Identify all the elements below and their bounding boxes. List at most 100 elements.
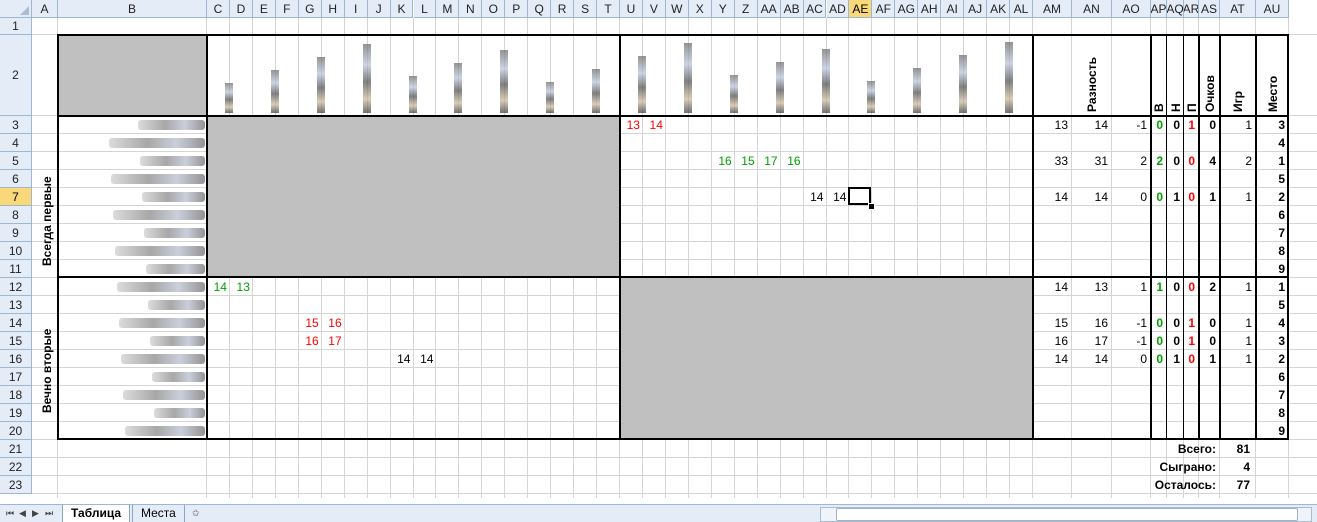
stat-am[interactable]: 14 bbox=[1033, 350, 1068, 368]
column-header[interactable]: AQ bbox=[1167, 0, 1184, 18]
column-header[interactable]: AB bbox=[780, 0, 804, 18]
stat-ar[interactable]: 0 bbox=[1184, 188, 1195, 206]
column-header[interactable]: AR bbox=[1184, 0, 1199, 18]
column-header[interactable]: C bbox=[207, 0, 230, 18]
stat-aq[interactable]: 1 bbox=[1167, 188, 1180, 206]
column-header[interactable]: G bbox=[298, 0, 322, 18]
stat-an[interactable]: 14 bbox=[1072, 188, 1108, 206]
stat-aq[interactable]: 1 bbox=[1167, 350, 1180, 368]
stat-aq[interactable]: 0 bbox=[1167, 152, 1180, 170]
column-header[interactable]: P bbox=[505, 0, 529, 18]
stat-at[interactable]: 1 bbox=[1220, 314, 1252, 332]
stat-au[interactable]: 7 bbox=[1256, 224, 1285, 242]
stat-ar[interactable]: 1 bbox=[1184, 116, 1195, 134]
column-header[interactable]: A bbox=[32, 0, 58, 18]
column-header[interactable]: AL bbox=[1010, 0, 1033, 18]
team-name-cell[interactable] bbox=[115, 246, 205, 256]
stat-ap[interactable]: 0 bbox=[1151, 350, 1163, 368]
row-header[interactable]: 3 bbox=[0, 116, 32, 134]
column-header[interactable]: Q bbox=[528, 0, 552, 18]
stat-au[interactable]: 6 bbox=[1256, 368, 1285, 386]
last-sheet-button[interactable]: ⏭ bbox=[45, 508, 53, 519]
match-score[interactable]: 14 bbox=[827, 188, 846, 206]
row-header[interactable]: 12 bbox=[0, 278, 32, 296]
match-score[interactable]: 13 bbox=[230, 278, 250, 296]
column-header[interactable]: B bbox=[58, 0, 207, 18]
column-header[interactable]: U bbox=[620, 0, 643, 18]
stat-as[interactable]: 2 bbox=[1199, 278, 1216, 296]
match-score[interactable]: 17 bbox=[322, 332, 341, 350]
row-header[interactable]: 19 bbox=[0, 404, 32, 422]
stat-as[interactable]: 0 bbox=[1199, 116, 1216, 134]
row-header[interactable]: 10 bbox=[0, 242, 32, 260]
column-header[interactable]: Y bbox=[711, 0, 735, 18]
row-header[interactable]: 23 bbox=[0, 476, 32, 494]
team-name-cell[interactable] bbox=[113, 210, 205, 220]
stat-am[interactable]: 33 bbox=[1033, 152, 1068, 170]
stat-am[interactable]: 15 bbox=[1033, 314, 1068, 332]
stat-as[interactable]: 1 bbox=[1199, 188, 1216, 206]
column-header[interactable]: AS bbox=[1199, 0, 1220, 18]
next-sheet-button[interactable]: ▶ bbox=[32, 508, 39, 519]
stat-au[interactable]: 9 bbox=[1256, 422, 1285, 440]
stat-au[interactable]: 8 bbox=[1256, 404, 1285, 422]
stat-au[interactable]: 2 bbox=[1256, 188, 1285, 206]
column-header[interactable]: AK bbox=[987, 0, 1011, 18]
column-header[interactable]: AN bbox=[1072, 0, 1112, 18]
column-header[interactable]: N bbox=[459, 0, 483, 18]
column-header[interactable]: E bbox=[252, 0, 276, 18]
stat-as[interactable]: 0 bbox=[1199, 314, 1216, 332]
column-header[interactable]: D bbox=[229, 0, 253, 18]
team-name-cell[interactable] bbox=[140, 156, 205, 166]
match-score[interactable]: 16 bbox=[322, 314, 341, 332]
stat-aq[interactable]: 0 bbox=[1167, 314, 1180, 332]
column-header[interactable]: AC bbox=[803, 0, 827, 18]
column-header[interactable]: AA bbox=[757, 0, 781, 18]
row-header[interactable]: 1 bbox=[0, 18, 32, 35]
row-header[interactable]: 2 bbox=[0, 35, 32, 116]
column-header[interactable]: O bbox=[482, 0, 506, 18]
stat-ap[interactable]: 0 bbox=[1151, 332, 1163, 350]
stat-an[interactable]: 16 bbox=[1072, 314, 1108, 332]
stat-an[interactable]: 14 bbox=[1072, 116, 1108, 134]
stat-as[interactable]: 4 bbox=[1199, 152, 1216, 170]
stat-au[interactable]: 2 bbox=[1256, 350, 1285, 368]
team-name-cell[interactable] bbox=[123, 390, 205, 400]
column-header[interactable]: AF bbox=[872, 0, 896, 18]
stat-am[interactable]: 14 bbox=[1033, 188, 1068, 206]
stat-am[interactable]: 14 bbox=[1033, 278, 1068, 296]
row-header[interactable]: 17 bbox=[0, 368, 32, 386]
match-score[interactable]: 15 bbox=[299, 314, 318, 332]
stat-au[interactable]: 1 bbox=[1256, 152, 1285, 170]
stat-am[interactable]: 16 bbox=[1033, 332, 1068, 350]
stat-at[interactable]: 2 bbox=[1220, 152, 1252, 170]
row-header[interactable]: 11 bbox=[0, 260, 32, 278]
stat-au[interactable]: 6 bbox=[1256, 206, 1285, 224]
stat-au[interactable]: 7 bbox=[1256, 386, 1285, 404]
column-header[interactable]: Z bbox=[734, 0, 758, 18]
column-header[interactable]: T bbox=[597, 0, 620, 18]
stat-at[interactable]: 1 bbox=[1220, 116, 1252, 134]
prev-sheet-button[interactable]: ◀ bbox=[19, 508, 26, 519]
stat-ap[interactable]: 2 bbox=[1151, 152, 1163, 170]
stat-ao[interactable]: -1 bbox=[1112, 116, 1147, 134]
row-header[interactable]: 6 bbox=[0, 170, 32, 188]
row-header[interactable]: 16 bbox=[0, 350, 32, 368]
stat-au[interactable]: 8 bbox=[1256, 242, 1285, 260]
team-name-cell[interactable] bbox=[146, 264, 205, 274]
stat-au[interactable]: 9 bbox=[1256, 260, 1285, 278]
column-header[interactable]: W bbox=[665, 0, 689, 18]
select-all-corner[interactable] bbox=[0, 0, 32, 18]
stat-au[interactable]: 3 bbox=[1256, 116, 1285, 134]
team-name-cell[interactable] bbox=[142, 192, 205, 202]
stat-ap[interactable]: 0 bbox=[1151, 314, 1163, 332]
stat-ar[interactable]: 0 bbox=[1184, 350, 1195, 368]
column-header[interactable]: R bbox=[551, 0, 575, 18]
row-header[interactable]: 20 bbox=[0, 422, 32, 440]
summary-value[interactable]: 77 bbox=[1220, 476, 1250, 494]
row-header[interactable]: 21 bbox=[0, 440, 32, 458]
stat-ao[interactable]: -1 bbox=[1112, 332, 1147, 350]
stat-at[interactable]: 1 bbox=[1220, 332, 1252, 350]
column-header[interactable]: AU bbox=[1256, 0, 1289, 18]
row-header[interactable]: 5 bbox=[0, 152, 32, 170]
